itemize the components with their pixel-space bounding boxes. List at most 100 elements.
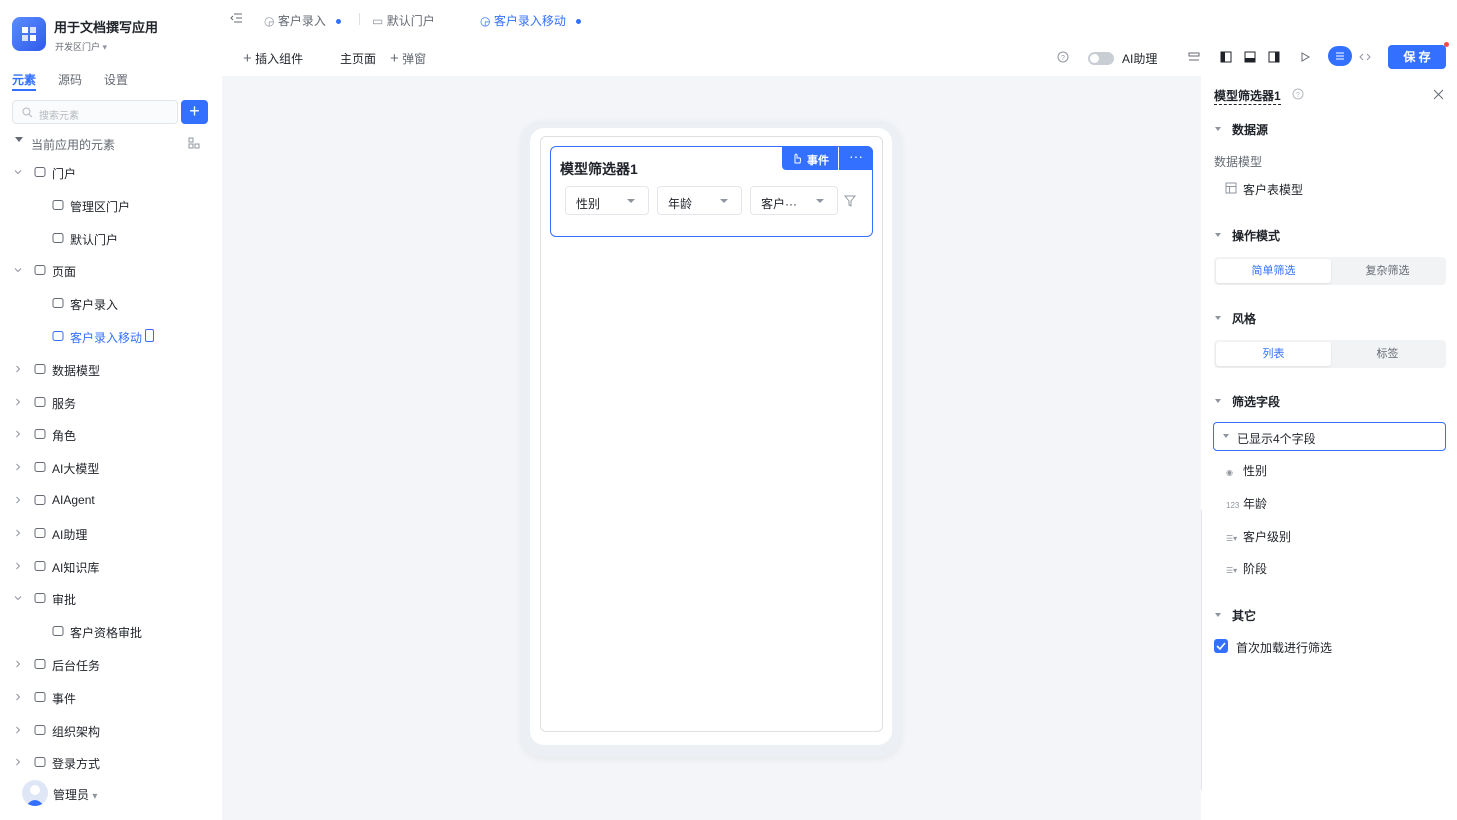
- datamodel-value[interactable]: 客户表模型: [1243, 181, 1303, 198]
- fields-dropdown[interactable]: 已显示4个字段: [1213, 422, 1446, 451]
- filter-icon[interactable]: [844, 195, 856, 207]
- tree-item[interactable]: 门户: [0, 157, 222, 187]
- fields-summary: 已显示4个字段: [1237, 432, 1316, 446]
- avatar[interactable]: [22, 780, 48, 806]
- tree-item[interactable]: 数据模型: [0, 354, 222, 384]
- ai-assistant-toggle[interactable]: [1088, 52, 1114, 65]
- layout-toggle-icon[interactable]: [1188, 51, 1200, 63]
- filter-select-gender[interactable]: 性别: [565, 186, 649, 215]
- chevron-down-icon[interactable]: [13, 167, 23, 177]
- caret-down-icon[interactable]: [1215, 399, 1221, 403]
- left-panel-icon[interactable]: [1220, 51, 1232, 63]
- insert-component-button[interactable]: + 插入组件: [243, 50, 303, 67]
- portal-icon: [52, 199, 64, 210]
- field-item-age[interactable]: 123 年龄: [1226, 495, 1267, 512]
- panel-divider: [1201, 510, 1202, 790]
- locate-icon[interactable]: [188, 137, 200, 149]
- tree-item-label: AI大模型: [52, 462, 100, 477]
- save-button[interactable]: 保 存: [1388, 45, 1446, 69]
- app-subtitle-dropdown[interactable]: 开发区门户 ▾: [55, 40, 107, 53]
- close-icon[interactable]: [1433, 89, 1444, 100]
- mode-simple[interactable]: 简单筛选: [1216, 259, 1331, 283]
- mode-complex[interactable]: 复杂筛选: [1330, 259, 1445, 283]
- collapse-sidebar-icon[interactable]: [230, 12, 242, 24]
- tree-item[interactable]: AI助理: [0, 518, 222, 548]
- chevron-down-icon[interactable]: [13, 593, 23, 603]
- search-input[interactable]: 搜索元素: [12, 100, 178, 124]
- chevron-down-icon[interactable]: [13, 265, 23, 275]
- tab-underline: [12, 89, 36, 91]
- tree-item[interactable]: 客户资格审批: [0, 616, 222, 646]
- tab-source[interactable]: 源码: [58, 71, 82, 88]
- tree-item[interactable]: 审批: [0, 583, 222, 613]
- chevron-right-icon[interactable]: [13, 561, 23, 571]
- tree-item-label: 默认门户: [70, 232, 119, 247]
- tree-item[interactable]: AI知识库: [0, 551, 222, 581]
- tree-root-label: 当前应用的元素: [31, 138, 116, 152]
- tree-item[interactable]: 角色: [0, 419, 222, 449]
- popup-button[interactable]: + 弹窗: [390, 50, 426, 67]
- page-icon: [52, 331, 64, 341]
- chevron-right-icon[interactable]: [13, 757, 23, 767]
- tree-item[interactable]: 客户录入移动: [0, 321, 222, 351]
- tree-item[interactable]: 管理区门户: [0, 190, 222, 220]
- chevron-right-icon[interactable]: [13, 462, 23, 472]
- event-button[interactable]: 事件: [782, 146, 838, 170]
- chevron-right-icon[interactable]: [13, 528, 23, 538]
- chevron-right-icon[interactable]: [13, 495, 23, 505]
- user-menu[interactable]: 管理员 ▾: [53, 786, 97, 803]
- field-item-level[interactable]: ☰▾ 客户级别: [1226, 528, 1291, 545]
- style-list[interactable]: 列表: [1216, 342, 1331, 366]
- tree-item[interactable]: 服务: [0, 387, 222, 417]
- section-style: 风格: [1232, 312, 1257, 326]
- tree-item[interactable]: AI大模型: [0, 452, 222, 482]
- right-panel-icon[interactable]: [1268, 51, 1280, 63]
- style-tag[interactable]: 标签: [1330, 342, 1445, 366]
- field-item-stage[interactable]: ☰▾ 阶段: [1226, 560, 1267, 577]
- chevron-right-icon[interactable]: [13, 725, 23, 735]
- more-button[interactable]: ···: [839, 146, 873, 170]
- doc-tab-default-portal[interactable]: ▭ 默认门户: [372, 12, 435, 29]
- code-icon[interactable]: [1359, 51, 1371, 63]
- tree-item[interactable]: 客户录入: [0, 288, 222, 318]
- chevron-right-icon[interactable]: [13, 429, 23, 439]
- tree-item-label: AI助理: [52, 527, 88, 542]
- tree-item[interactable]: 后台任务: [0, 649, 222, 679]
- tree-item-label: 服务: [52, 396, 77, 411]
- event-icon: [34, 691, 46, 702]
- main-page-button[interactable]: 主页面: [340, 50, 376, 67]
- preview-play-icon[interactable]: [1299, 51, 1311, 63]
- filter-select-customer[interactable]: 客户···: [750, 186, 838, 215]
- caret-down-icon[interactable]: [1215, 316, 1221, 320]
- caret-down-icon[interactable]: [1215, 127, 1221, 131]
- tree-item-label: 角色: [52, 429, 77, 444]
- filter-select-age[interactable]: 年龄: [657, 186, 742, 215]
- tab-elements[interactable]: 元素: [12, 71, 36, 88]
- tree-item[interactable]: 页面: [0, 255, 222, 285]
- field-item-gender[interactable]: ◉ 性别: [1226, 462, 1267, 479]
- chevron-right-icon[interactable]: [13, 397, 23, 407]
- first-load-label: 首次加载进行筛选: [1236, 641, 1333, 655]
- search-icon: [22, 107, 33, 118]
- tree-item[interactable]: 组织架构: [0, 715, 222, 745]
- chevron-right-icon[interactable]: [13, 659, 23, 669]
- tree-item[interactable]: 登录方式: [0, 747, 222, 777]
- tree-item[interactable]: AIAgent: [0, 485, 222, 515]
- doc-tab-customer-entry[interactable]: ◶ 客户录入: [264, 12, 341, 29]
- doc-tab-customer-entry-mobile[interactable]: ◶ 客户录入移动: [480, 12, 581, 29]
- add-element-button[interactable]: +: [181, 100, 208, 124]
- chevron-right-icon[interactable]: [13, 364, 23, 374]
- first-load-checkbox[interactable]: [1214, 639, 1228, 653]
- caret-down-icon[interactable]: [1215, 233, 1221, 237]
- help-icon[interactable]: ?: [1292, 88, 1304, 100]
- chevron-right-icon[interactable]: [13, 692, 23, 702]
- bottom-panel-icon[interactable]: [1244, 51, 1256, 63]
- svg-text:?: ?: [1061, 55, 1065, 62]
- tree-item[interactable]: 事件: [0, 682, 222, 712]
- settings-toggle-button[interactable]: [1328, 46, 1352, 66]
- tab-settings[interactable]: 设置: [104, 71, 128, 88]
- tree-root[interactable]: 当前应用的元素: [0, 128, 222, 158]
- tree-item[interactable]: 默认门户: [0, 223, 222, 253]
- help-icon[interactable]: ?: [1057, 51, 1069, 63]
- caret-down-icon[interactable]: [1215, 613, 1221, 617]
